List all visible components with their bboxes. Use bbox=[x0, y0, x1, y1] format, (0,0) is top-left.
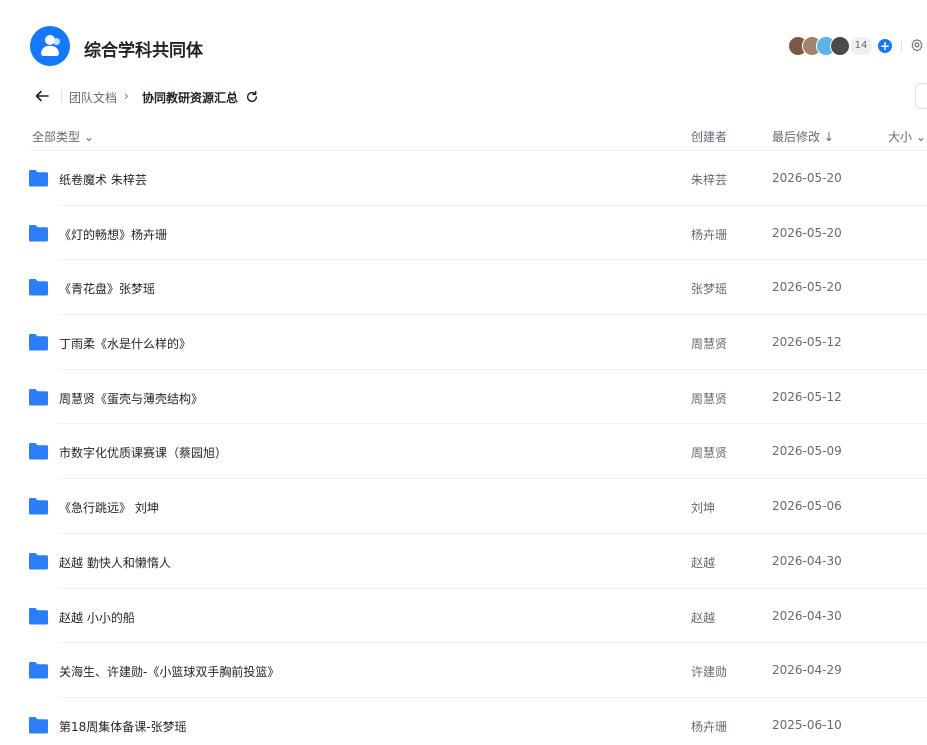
file-row[interactable]: 赵越 勤快人和懒惰人 赵越 2026-04-30 bbox=[0, 534, 927, 589]
file-creator: 赵越 bbox=[691, 610, 716, 625]
file-row[interactable]: 第18周集体备课-张梦瑶 杨卉珊 2025-06-10 bbox=[0, 698, 927, 745]
folder-icon bbox=[29, 279, 48, 296]
folder-icon bbox=[29, 224, 48, 242]
file-name[interactable]: 《青花盘》张梦瑶 bbox=[59, 280, 155, 297]
breadcrumb-parent-link[interactable]: 团队文档 bbox=[69, 89, 117, 106]
file-list: 纸卷魔术 朱梓芸 朱梓芸 2026-05-20 《灯的畅想》杨卉珊 杨卉珊 2026-05… bbox=[0, 151, 927, 745]
folder-icon bbox=[29, 662, 48, 679]
file-row[interactable]: 《灯的畅想》杨卉珊 杨卉珊 2026-05-20 bbox=[0, 206, 927, 261]
app-window: 综合学科共同体 14 + 团队文档 › 协同教研资源汇总 全部类型 ⌄ 创建者 … bbox=[0, 0, 927, 745]
add-member-button[interactable]: + bbox=[878, 39, 892, 53]
divider bbox=[901, 40, 902, 52]
file-modified-date: 2026-04-30 bbox=[772, 608, 842, 623]
folder-icon bbox=[29, 716, 48, 734]
header: 综合学科共同体 14 + bbox=[0, 0, 927, 80]
file-modified-date: 2026-04-30 bbox=[772, 553, 842, 568]
plus-circle-icon: + bbox=[879, 39, 891, 53]
file-modified-date: 2026-05-20 bbox=[772, 171, 842, 185]
file-modified-date: 2026-04-29 bbox=[772, 663, 842, 678]
type-filter-dropdown[interactable]: 全部类型 ⌄ bbox=[32, 128, 94, 145]
file-creator: 朱梓芸 bbox=[691, 173, 728, 187]
file-creator: 刘坤 bbox=[691, 501, 716, 516]
breadcrumb-divider bbox=[61, 90, 62, 102]
file-row[interactable]: 周慧贤《蛋壳与薄壳结构》 周慧贤 2026-05-12 bbox=[0, 370, 927, 425]
file-creator: 张梦瑶 bbox=[691, 282, 728, 297]
avatar[interactable] bbox=[830, 36, 850, 56]
file-creator: 周慧贤 bbox=[691, 446, 728, 461]
arrow-left-icon[interactable] bbox=[34, 88, 50, 104]
file-row[interactable]: 《青花盘》张梦瑶 张梦瑶 2026-05-20 bbox=[0, 260, 927, 315]
file-modified-date: 2026-05-20 bbox=[772, 280, 842, 295]
file-name[interactable]: 《灯的畅想》杨卉珊 bbox=[59, 226, 167, 243]
file-name[interactable]: 关海生、许建勋-《小篮球双手胸前投篮》 bbox=[59, 663, 279, 680]
column-header-modified[interactable]: 最后修改 ↓ bbox=[772, 128, 834, 145]
folder-icon bbox=[29, 334, 48, 351]
file-row[interactable]: 丁雨柔《水是什么样的》 周慧贤 2026-05-12 bbox=[0, 315, 927, 370]
search-button[interactable] bbox=[915, 83, 927, 109]
file-row[interactable]: 关海生、许建勋-《小篮球双手胸前投篮》 许建勋 2026-04-29 bbox=[0, 643, 927, 698]
column-header-creator: 创建者 bbox=[691, 130, 728, 144]
folder-icon bbox=[29, 498, 48, 515]
file-row[interactable]: 《急行跳远》 刘坤 刘坤 2026-05-06 bbox=[0, 479, 927, 534]
file-name[interactable]: 纸卷魔术 朱梓芸 bbox=[59, 171, 147, 188]
file-modified-date: 2026-05-06 bbox=[772, 499, 842, 514]
folder-icon bbox=[29, 552, 48, 570]
file-modified-date: 2026-05-12 bbox=[772, 389, 842, 404]
file-modified-date: 2026-05-09 bbox=[772, 444, 842, 459]
folder-icon bbox=[29, 388, 48, 406]
file-creator: 赵越 bbox=[691, 555, 716, 570]
file-name[interactable]: 赵越 小小的船 bbox=[59, 609, 135, 626]
column-header-size[interactable]: 大小 ⌄ bbox=[888, 128, 926, 145]
folder-icon bbox=[29, 170, 48, 187]
file-row[interactable]: 市数字化优质课赛课（蔡园旭） 周慧贤 2026-05-09 bbox=[0, 424, 927, 479]
refresh-icon[interactable] bbox=[245, 90, 259, 104]
file-name[interactable]: 第18周集体备课-张梦瑶 bbox=[59, 718, 187, 735]
gear-icon[interactable] bbox=[910, 38, 924, 52]
page-title: 综合学科共同体 bbox=[84, 41, 203, 61]
file-name[interactable]: 赵越 勤快人和懒惰人 bbox=[59, 554, 171, 571]
file-creator: 周慧贤 bbox=[691, 337, 728, 352]
chevron-right-icon: › bbox=[124, 89, 129, 103]
file-modified-date: 2026-05-20 bbox=[772, 225, 842, 240]
file-row[interactable]: 纸卷魔术 朱梓芸 朱梓芸 2026-05-20 bbox=[0, 151, 927, 206]
file-name[interactable]: 周慧贤《蛋壳与薄壳结构》 bbox=[59, 390, 203, 407]
member-count-badge[interactable]: 14 bbox=[850, 37, 872, 55]
file-creator: 周慧贤 bbox=[691, 391, 728, 406]
file-creator: 杨卉珊 bbox=[691, 227, 728, 242]
breadcrumb-current: 协同教研资源汇总 bbox=[142, 91, 239, 105]
file-modified-date: 2025-06-10 bbox=[772, 717, 842, 732]
file-creator: 许建勋 bbox=[691, 665, 728, 680]
file-name[interactable]: 市数字化优质课赛课（蔡园旭） bbox=[59, 444, 227, 461]
file-row[interactable]: 赵越 小小的船 赵越 2026-04-30 bbox=[0, 589, 927, 644]
file-modified-date: 2026-05-12 bbox=[772, 335, 842, 350]
file-name[interactable]: 《急行跳远》 刘坤 bbox=[59, 499, 159, 516]
team-logo-icon bbox=[30, 26, 70, 66]
file-name[interactable]: 丁雨柔《水是什么样的》 bbox=[59, 335, 191, 352]
file-creator: 杨卉珊 bbox=[691, 719, 728, 734]
folder-icon bbox=[29, 607, 48, 624]
folder-icon bbox=[29, 443, 48, 460]
